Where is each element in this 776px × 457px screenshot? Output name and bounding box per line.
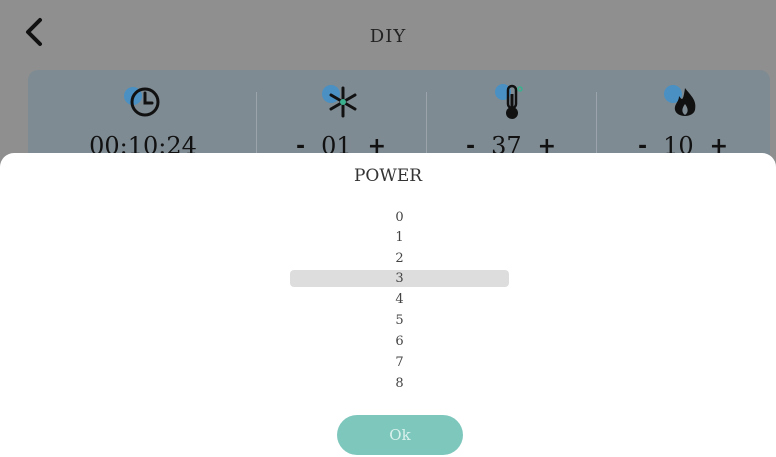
- picker-option[interactable]: 5: [290, 311, 509, 331]
- power-picker-sheet: POWER 0 1 2 3 4 5 6 7 8 Ok: [0, 153, 776, 457]
- picker-option[interactable]: 4: [290, 290, 509, 310]
- thermometer-icon: [495, 84, 523, 119]
- picker-option[interactable]: 1: [290, 228, 509, 248]
- top-bar: DIY: [0, 0, 776, 68]
- flame-icon: [664, 85, 696, 116]
- picker-option[interactable]: 7: [290, 353, 509, 373]
- picker-option[interactable]: 0: [290, 208, 509, 228]
- sheet-title: POWER: [353, 166, 423, 186]
- ok-button[interactable]: Ok: [337, 415, 463, 455]
- picker-option[interactable]: 2: [290, 249, 509, 269]
- divider: [596, 92, 597, 162]
- page-title: DIY: [369, 26, 407, 47]
- power-picker[interactable]: 0 1 2 3 4 5 6 7 8: [290, 208, 509, 398]
- clock-icon: [124, 87, 160, 117]
- picker-option[interactable]: 6: [290, 332, 509, 352]
- fan-icon: [322, 85, 357, 118]
- picker-option[interactable]: 8: [290, 374, 509, 394]
- picker-option-selected[interactable]: 3: [290, 269, 509, 289]
